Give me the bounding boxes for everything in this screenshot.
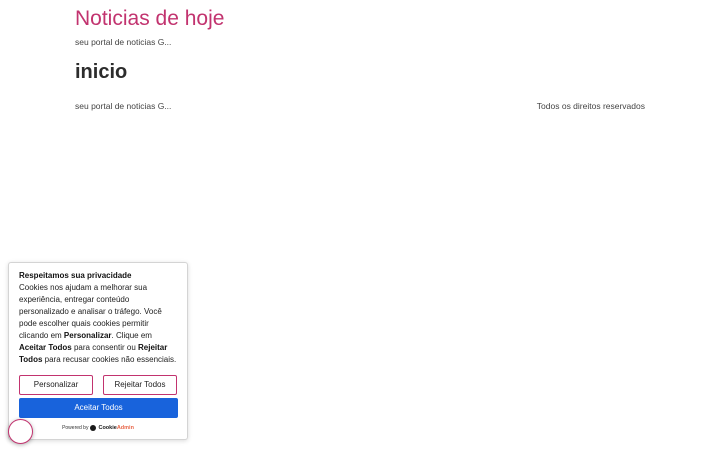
powered-by-label: Powered by xyxy=(62,425,89,431)
cookieadmin-brand[interactable]: CookieAdmin xyxy=(98,424,133,432)
page: Noticias de hoje seu portal de noticias … xyxy=(0,0,720,450)
site-title-link[interactable]: Noticias de hoje xyxy=(75,6,224,32)
cookie-text-bold: Personalizar xyxy=(63,331,112,340)
site-tagline: seu portal de noticias G... xyxy=(75,37,172,47)
footer-tagline: seu portal de noticias G... xyxy=(75,101,172,111)
customize-button[interactable]: Personalizar xyxy=(19,375,93,395)
brand-part: Admin xyxy=(116,425,134,431)
cookie-button-row: Personalizar Rejeitar Todos xyxy=(19,375,177,395)
cookie-text-part: para consentir ou xyxy=(71,343,139,352)
accept-all-button[interactable]: Aceitar Todos xyxy=(19,398,178,418)
footer-copyright: Todos os direitos reservados xyxy=(536,101,645,111)
cookie-consent-banner: Respeitamos sua privacidade Cookies nos … xyxy=(8,262,188,440)
cookie-text-part: . Clique em xyxy=(111,331,152,340)
cookieadmin-logo-icon xyxy=(90,425,97,431)
cookie-banner-title: Respeitamos sua privacidade xyxy=(19,271,132,280)
cookie-text-part: para recusar cookies não essenciais. xyxy=(42,355,177,364)
cookie-banner-description: Cookies nos ajudam a melhorar sua experi… xyxy=(19,282,177,366)
page-title: inicio xyxy=(75,61,128,83)
powered-by: Powered by CookieAdmin xyxy=(19,424,177,432)
brand-part: Cookie xyxy=(98,425,117,431)
cookie-text-bold: Aceitar Todos xyxy=(19,343,72,352)
reject-all-button[interactable]: Rejeitar Todos xyxy=(103,375,177,395)
cookie-revisit-icon[interactable] xyxy=(8,419,33,444)
